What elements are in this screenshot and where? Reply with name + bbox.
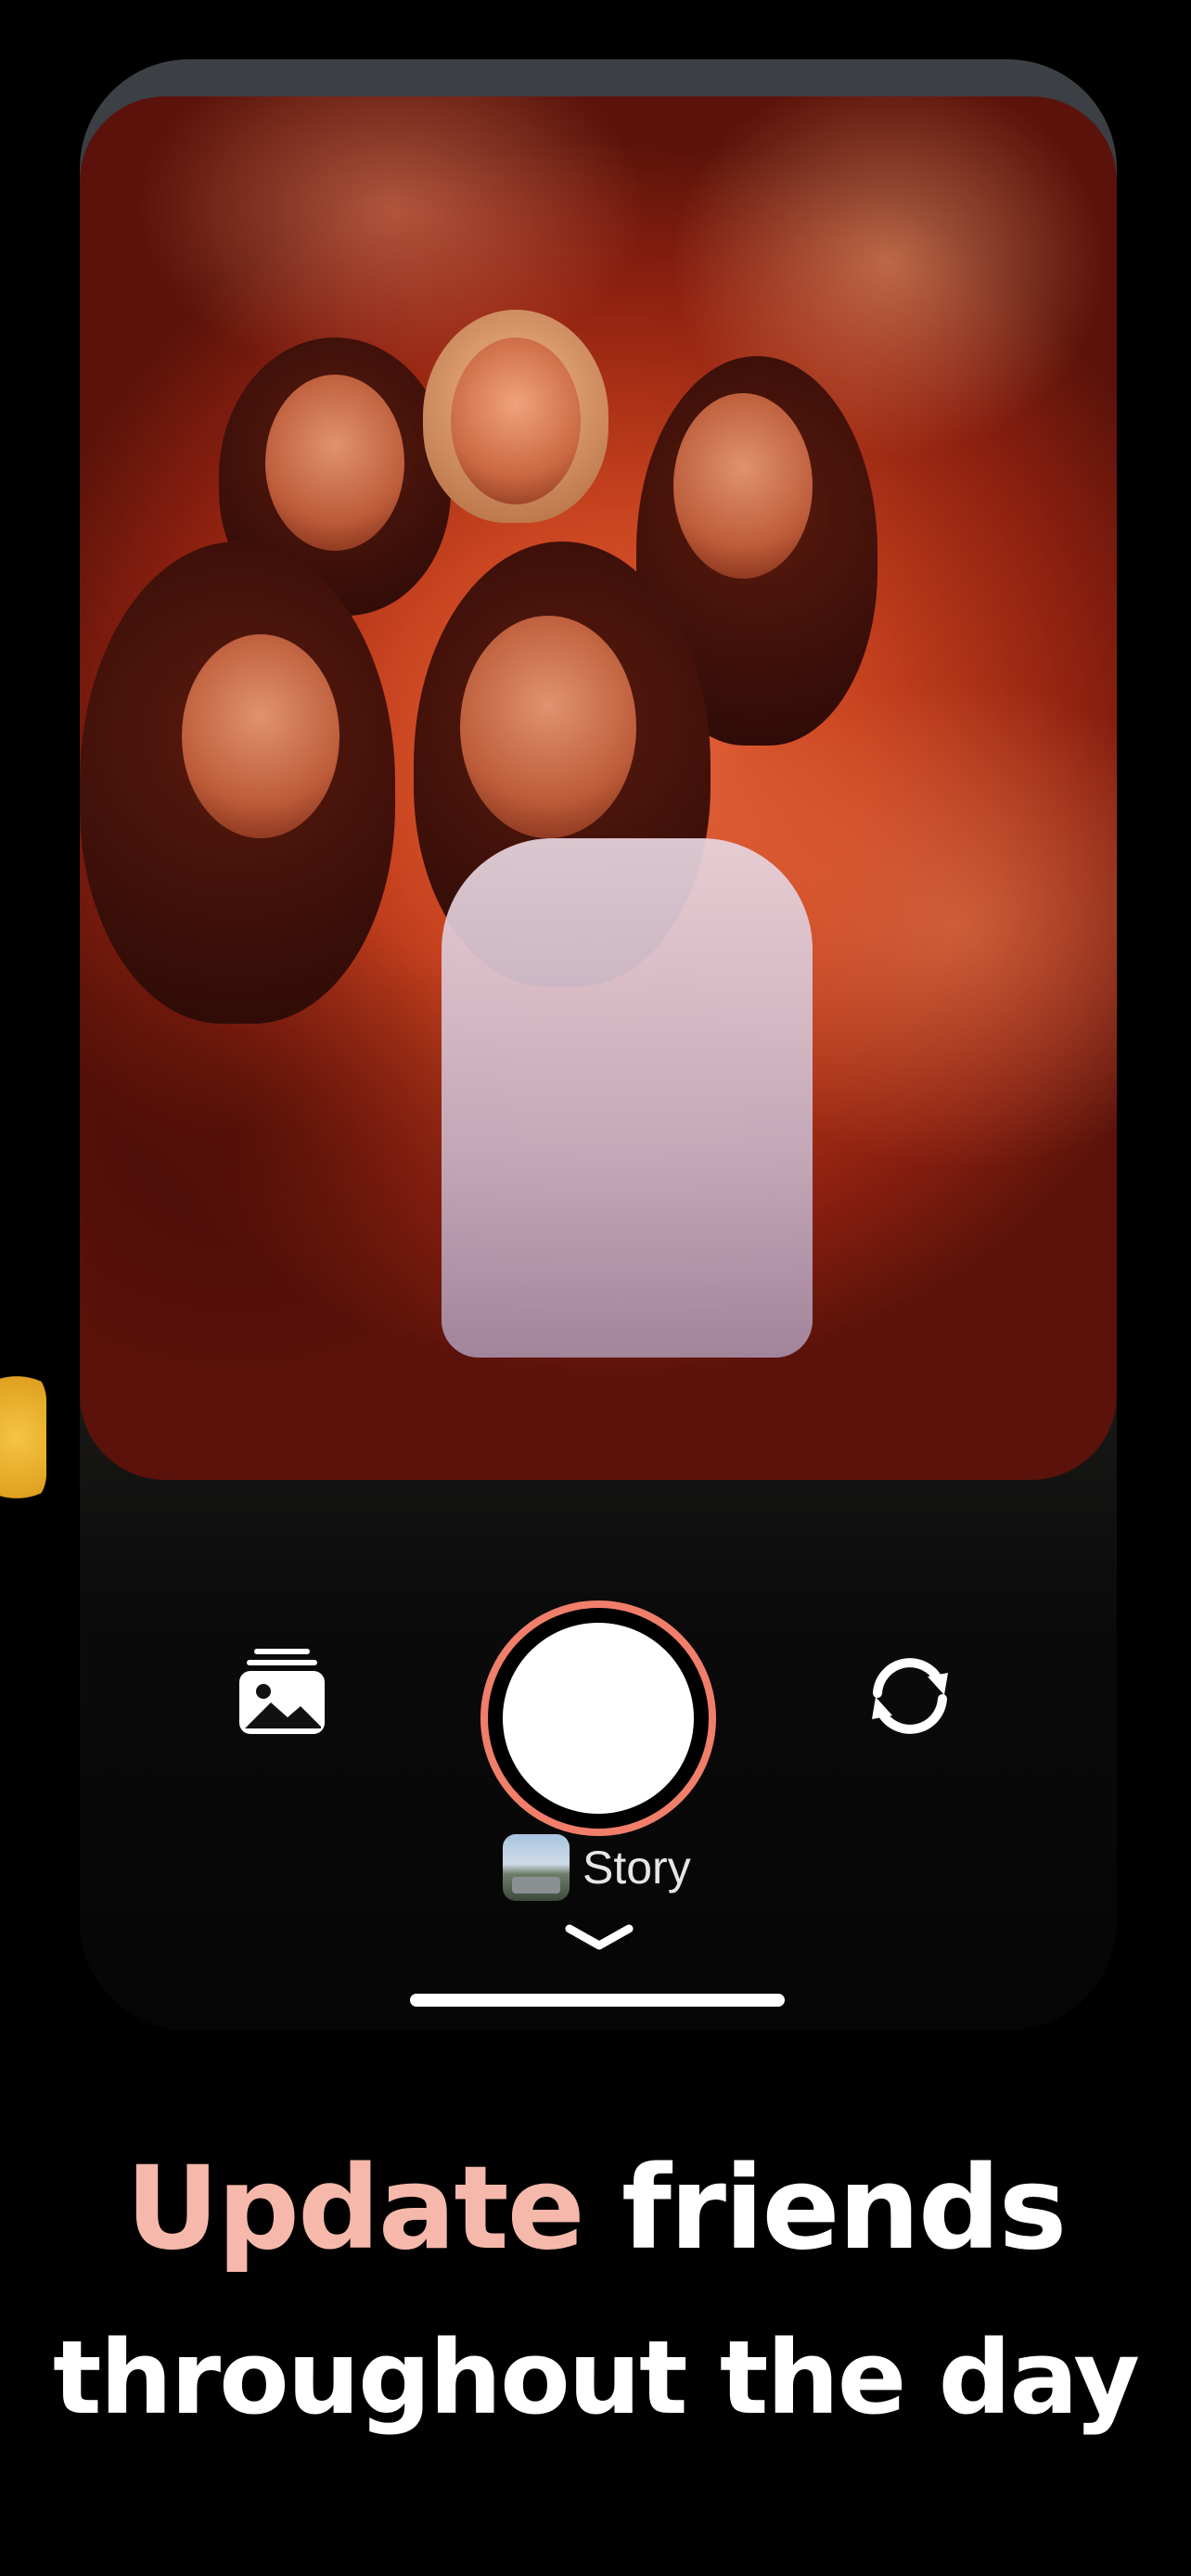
headline-highlight: Update	[125, 2142, 585, 2276]
home-indicator[interactable]	[410, 1994, 785, 2007]
story-thumbnail	[503, 1834, 570, 1901]
gallery-button[interactable]	[236, 1645, 328, 1738]
side-emoji-decoration	[0, 1363, 46, 1511]
headline-rest: friends	[621, 2142, 1068, 2276]
story-label: Story	[583, 1842, 691, 1894]
shutter-button[interactable]	[480, 1600, 716, 1836]
shutter-icon	[503, 1623, 694, 1814]
destination-dropdown[interactable]	[562, 1919, 636, 1957]
phone-mockup: Story	[80, 59, 1117, 2031]
headline-line-2: throughout the day	[53, 2318, 1140, 2437]
headline-line-1: Update friends	[0, 2142, 1191, 2276]
photo-stack-icon	[239, 1649, 325, 1734]
chevron-down-icon	[565, 1924, 634, 1950]
story-selector[interactable]: Story	[503, 1830, 691, 1905]
flip-camera-button[interactable]	[859, 1645, 961, 1747]
camera-flip-icon	[872, 1658, 948, 1734]
camera-preview-photo	[80, 96, 1117, 1480]
camera-controls: Story	[80, 1506, 1117, 2031]
